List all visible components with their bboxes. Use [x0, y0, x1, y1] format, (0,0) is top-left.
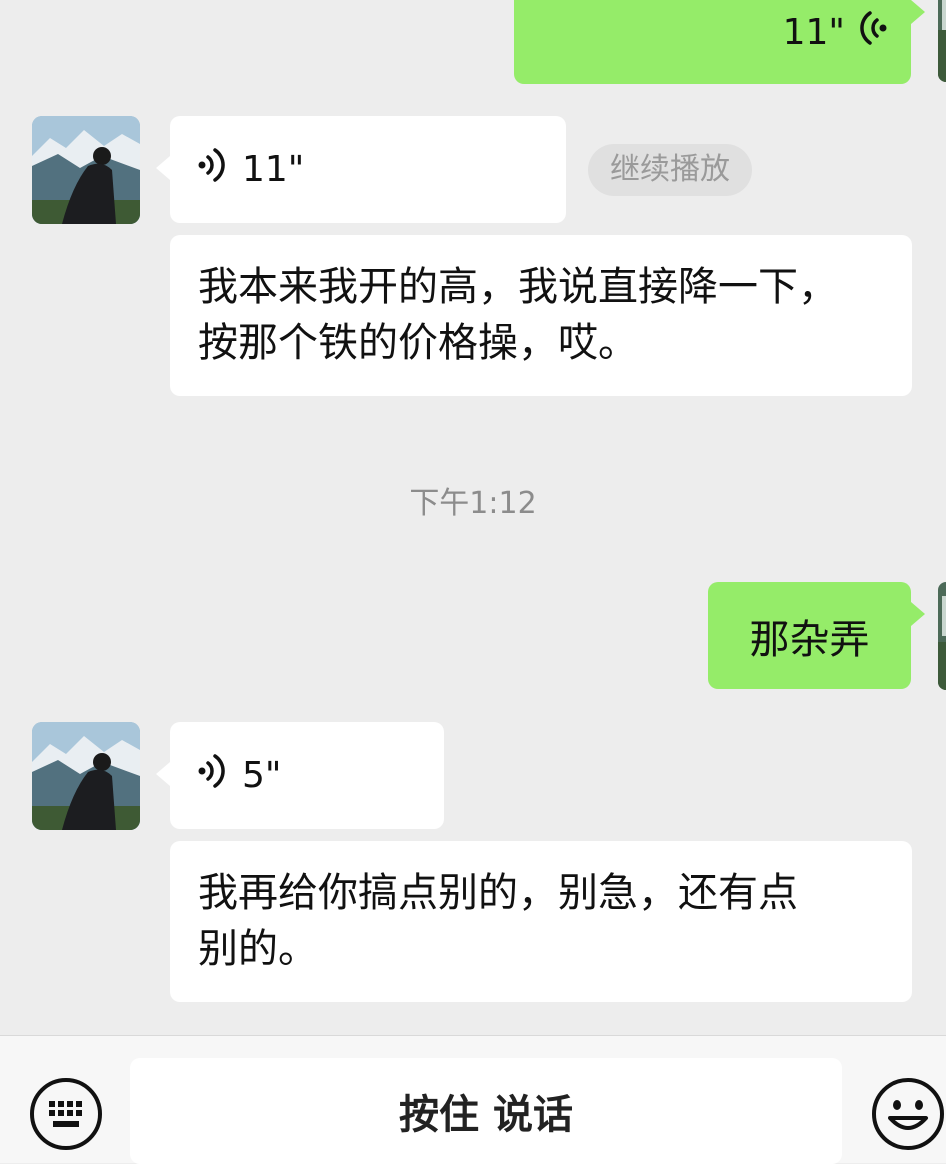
transcript-line: 按那个铁的价格操，哎。 [198, 320, 638, 366]
hold-to-talk-button[interactable]: 按住 说话 [130, 1058, 842, 1164]
voice-duration: 11" [782, 11, 845, 53]
contact-avatar[interactable] [32, 722, 140, 830]
voice-duration: 5" [242, 755, 282, 796]
sent-voice-bubble[interactable]: 11" [514, 0, 925, 84]
transcript-line: 我本来我开的高，我说直接降一下， [198, 264, 838, 310]
transcript-line: 我再给你搞点别的，别急，还有点 [198, 870, 798, 916]
message-text: 那杂弄 [749, 616, 870, 663]
keyboard-icon[interactable] [28, 1076, 104, 1156]
continue-playing-button[interactable]: 继续播放 [588, 144, 752, 196]
contact-avatar[interactable] [32, 116, 140, 224]
self-avatar[interactable] [938, 0, 946, 82]
sent-text-bubble[interactable]: 那杂弄 [708, 582, 925, 689]
voice-duration: 11" [242, 149, 305, 190]
received-voice-bubble[interactable]: 5" [156, 722, 444, 829]
voice-wave-icon [196, 752, 226, 799]
voice-transcript-bubble[interactable]: 我本来我开的高，我说直接降一下， 按那个铁的价格操，哎。 [170, 235, 912, 396]
message-timestamp: 下午1:12 [409, 486, 537, 521]
emoji-icon[interactable] [870, 1076, 946, 1156]
voice-wave-icon [196, 146, 226, 193]
hold-to-talk-label: 按住 说话 [399, 1092, 573, 1138]
input-bar: 按住 说话 [0, 1035, 946, 1164]
received-voice-bubble[interactable]: 11" [156, 116, 566, 223]
self-avatar[interactable] [938, 582, 946, 690]
voice-transcript-bubble[interactable]: 我再给你搞点别的，别急，还有点 别的。 [170, 841, 912, 1002]
transcript-line: 别的。 [198, 926, 318, 972]
voice-wave-icon [859, 9, 889, 56]
